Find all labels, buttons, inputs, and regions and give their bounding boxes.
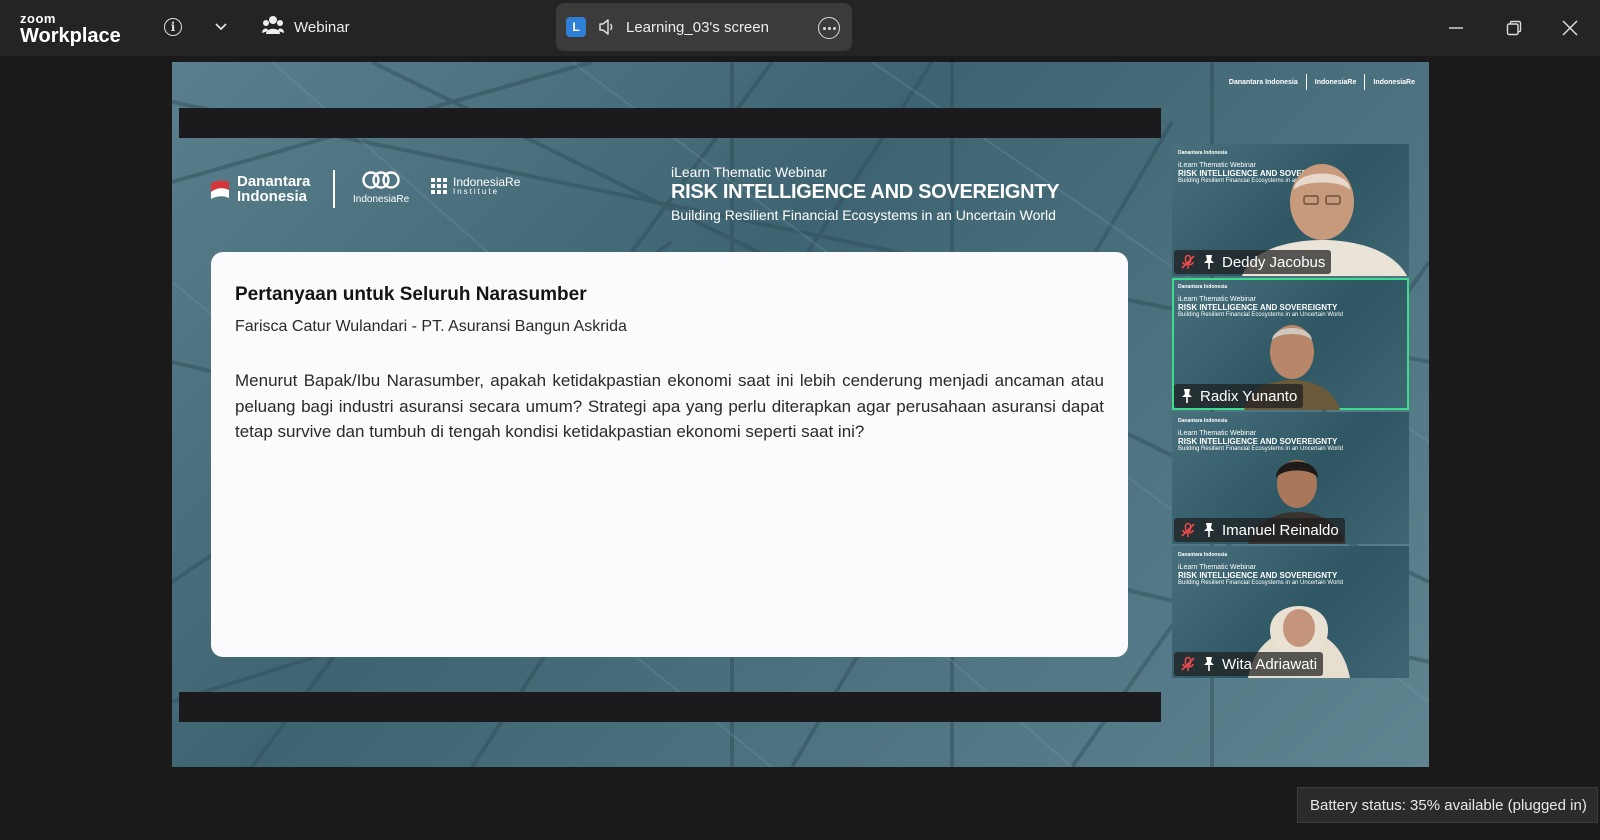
- speaker-icon[interactable]: [598, 18, 616, 36]
- participant-name: Deddy Jacobus: [1222, 253, 1326, 271]
- screen-share-indicator[interactable]: L Learning_03's screen: [556, 3, 852, 51]
- webinar-label: Webinar: [294, 18, 350, 36]
- tile-title: RISK INTELLIGENCE AND SOVEREIGNTY: [1178, 437, 1338, 446]
- tile-eyebrow: iLearn Thematic Webinar: [1178, 564, 1256, 571]
- title-bar: zoom Workplace i Webinar L Learning_03's…: [0, 0, 1600, 56]
- letterbox-bar-top: [179, 108, 1161, 138]
- danantara-mark-icon: [209, 178, 231, 200]
- participant-nameplate: Deddy Jacobus: [1174, 250, 1332, 274]
- indonesiare-logo: IndonesiaRe: [353, 170, 409, 205]
- corner-logo-danantara: Danantara Indonesia: [1228, 78, 1298, 86]
- tile-title: RISK INTELLIGENCE AND SOVEREIGNTY: [1178, 571, 1338, 580]
- battery-status-tooltip: Battery status: 35% available (plugged i…: [1297, 787, 1598, 823]
- slide: Danantara Indonesia IndonesiaRe Indonesi…: [179, 108, 1161, 722]
- mic-muted-icon: [1181, 522, 1195, 537]
- shared-screen: Danantara Indonesia IndonesiaRe Indonesi…: [172, 62, 1429, 767]
- slide-subtitle: Building Resilient Financial Ecosystems …: [671, 207, 1056, 223]
- corner-logo-institute: IndonesiaRe: [1373, 78, 1415, 86]
- tile-subtitle: Building Resilient Financial Ecosystems …: [1178, 580, 1343, 586]
- logo-big-text: Workplace: [20, 25, 121, 47]
- participant-name: Radix Yunanto: [1200, 387, 1298, 405]
- pin-icon[interactable]: [1202, 656, 1216, 672]
- chevron-down-icon[interactable]: [208, 14, 234, 40]
- danantara-text: Danantara Indonesia: [237, 173, 311, 205]
- participant-tile[interactable]: Danantara Indonesia iLearn Thematic Webi…: [1172, 412, 1409, 544]
- question-author: Farisca Catur Wulandari - PT. Asuransi B…: [235, 318, 627, 335]
- indonesiare-institute-logo: IndonesiaRe Institute: [431, 176, 520, 196]
- participant-nameplate: Radix Yunanto: [1174, 384, 1304, 408]
- indonesiare-rings-icon: [353, 170, 409, 190]
- logo-small-text: zoom: [20, 11, 56, 26]
- corner-logo-indonesiare: IndonesiaRe: [1314, 78, 1357, 86]
- tile-eyebrow: iLearn Thematic Webinar: [1178, 430, 1256, 437]
- slide-header: Danantara Indonesia IndonesiaRe Indonesi…: [209, 164, 1149, 234]
- slide-title: RISK INTELLIGENCE AND SOVEREIGNTY: [671, 181, 1060, 203]
- participant-name: Wita Adriawati: [1222, 655, 1318, 673]
- corner-logos: Danantara Indonesia IndonesiaRe Indonesi…: [1229, 74, 1415, 90]
- participants-icon: [262, 15, 284, 40]
- participant-tile[interactable]: Danantara Indonesia iLearn Thematic Webi…: [1172, 144, 1409, 276]
- battery-status-text: Battery status: 35% available (plugged i…: [1310, 796, 1587, 814]
- participant-tiles: Danantara Indonesia iLearn Thematic Webi…: [1172, 144, 1409, 680]
- institute-text-2: Institute: [453, 187, 500, 196]
- more-options-icon[interactable]: [818, 17, 840, 39]
- question-heading: Pertanyaan untuk Seluruh Narasumber: [235, 284, 587, 305]
- participant-nameplate: Wita Adriawati: [1174, 652, 1324, 676]
- danantara-logo: Danantara Indonesia: [209, 174, 315, 204]
- tile-title: RISK INTELLIGENCE AND SOVEREIGNTY: [1178, 303, 1338, 312]
- slide-titles: iLearn Thematic Webinar RISK INTELLIGENC…: [671, 164, 1060, 223]
- question-card: Pertanyaan untuk Seluruh Narasumber Fari…: [211, 252, 1128, 657]
- pin-icon[interactable]: [1202, 254, 1216, 270]
- indonesiare-text: IndonesiaRe: [353, 194, 410, 205]
- sharer-avatar: L: [566, 17, 586, 37]
- tile-logo: Danantara Indonesia: [1178, 284, 1228, 290]
- screen-share-label: Learning_03's screen: [626, 18, 769, 36]
- participant-tile-active-speaker[interactable]: Danantara Indonesia iLearn Thematic Webi…: [1172, 278, 1409, 410]
- mic-muted-icon: [1181, 656, 1195, 671]
- close-icon[interactable]: [1556, 14, 1584, 42]
- participant-name: Imanuel Reinaldo: [1222, 521, 1339, 539]
- minimize-icon[interactable]: [1442, 14, 1470, 42]
- tile-logo: Danantara Indonesia: [1178, 552, 1228, 558]
- participant-nameplate: Imanuel Reinaldo: [1174, 518, 1345, 542]
- mic-muted-icon: [1181, 254, 1195, 269]
- zoom-workplace-logo: zoom Workplace: [20, 12, 121, 46]
- tile-logo: Danantara Indonesia: [1178, 418, 1228, 424]
- letterbox-bar-bottom: [179, 692, 1161, 722]
- pin-icon[interactable]: [1180, 388, 1194, 404]
- pin-icon[interactable]: [1202, 522, 1216, 538]
- question-body: Menurut Bapak/Ibu Narasumber, apakah ket…: [235, 371, 1104, 441]
- info-icon[interactable]: i: [160, 14, 186, 40]
- tile-eyebrow: iLearn Thematic Webinar: [1178, 296, 1256, 303]
- participant-tile[interactable]: Danantara Indonesia iLearn Thematic Webi…: [1172, 546, 1409, 678]
- restore-icon[interactable]: [1500, 14, 1528, 42]
- webinar-button[interactable]: Webinar: [262, 14, 350, 40]
- slide-eyebrow: iLearn Thematic Webinar: [671, 164, 827, 180]
